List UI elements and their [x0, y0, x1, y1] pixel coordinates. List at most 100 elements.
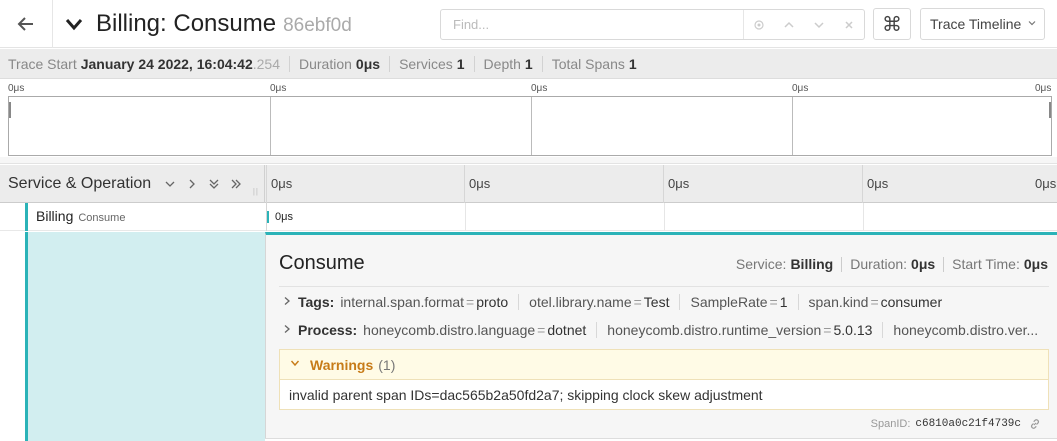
warning-message: invalid parent span IDs=dac565b2a50fd2a7… — [289, 387, 763, 403]
trace-summary-bar: Trace Start January 24 2022, 16:04:42.25… — [0, 49, 1057, 79]
collapse-controls — [159, 178, 247, 190]
process-divider — [596, 322, 598, 338]
find-box — [440, 9, 865, 40]
timeline-tick-label: 0μs — [464, 165, 490, 203]
tags-row[interactable]: Tags: internal.span.format = proto otel.li… — [282, 292, 1042, 312]
minimap-tick-label: 0μs — [792, 83, 809, 94]
process-item: honeycomb.distro.ver... — [893, 322, 1038, 338]
expand-all-icon[interactable] — [225, 178, 247, 190]
collapse-one-icon[interactable] — [159, 178, 181, 190]
minimap-gridline — [270, 97, 271, 155]
minimap-left-handle[interactable] — [9, 102, 11, 118]
minimap-bottom-strip — [0, 157, 1057, 164]
chevron-down-icon — [64, 13, 86, 35]
timeline-gridline — [863, 203, 864, 231]
tag-value: 1 — [779, 294, 788, 310]
process-row[interactable]: Process: honeycomb.distro.language = dotne… — [282, 320, 1054, 340]
collapse-all-icon[interactable] — [203, 178, 225, 190]
process-value: dotnet — [547, 322, 587, 338]
detail-start-label: Start Time: — [952, 256, 1020, 272]
command-icon: ⌘ — [882, 13, 902, 36]
span-operation: Consume — [78, 212, 126, 224]
process-label: Process: — [298, 322, 358, 338]
detail-duration-value: 0μs — [911, 256, 936, 272]
minimap-tick-label: 0μs — [1035, 83, 1052, 94]
duration-value: 0μs — [355, 55, 381, 72]
tag-item: otel.library.name = Test — [529, 294, 670, 310]
process-key: honeycomb.distro.language — [363, 322, 536, 338]
tag-divider — [518, 294, 520, 310]
tag-item: span.kind = consumer — [808, 294, 943, 310]
locate-icon[interactable] — [748, 19, 770, 31]
column-resize-handle[interactable]: || — [253, 187, 259, 196]
timeline-gridline — [664, 203, 665, 231]
span-duration-label: 0μs — [275, 211, 293, 223]
span-name: Billing Consume — [36, 208, 125, 224]
view-select[interactable]: Trace Timeline — [920, 8, 1045, 40]
back-button[interactable] — [8, 6, 44, 42]
span-detail-gutter — [0, 232, 265, 441]
span-id-label: SpanID: — [870, 418, 911, 430]
process-key: honeycomb.distro.ver... — [893, 322, 1039, 338]
tag-key: internal.span.format — [340, 294, 465, 310]
warnings-header[interactable]: Warnings (1) — [280, 350, 1048, 380]
trace-minimap[interactable] — [8, 96, 1052, 156]
close-icon[interactable] — [838, 19, 860, 31]
header-divider — [52, 0, 53, 48]
span-bar[interactable] — [267, 211, 269, 223]
timeline-tick-label: 0μs — [663, 165, 689, 203]
minimap-right-handle[interactable] — [1049, 102, 1051, 118]
timeline-ticks: 0μs 0μs 0μs 0μs 0μs — [266, 165, 1057, 203]
span-row[interactable]: Billing Consume 0μs — [0, 203, 1057, 231]
detail-duration-label: Duration: — [850, 256, 908, 272]
trace-services: Services 1 — [399, 56, 464, 72]
link-icon[interactable] — [1029, 418, 1041, 430]
span-id: SpanID: c6810a0c21f4739c — [871, 418, 1041, 430]
timeline-tick-label: 0μs — [1035, 176, 1057, 191]
total-spans-label: Total Spans — [551, 55, 625, 72]
summary-divider — [389, 55, 391, 72]
tag-item: SampleRate = 1 — [690, 294, 788, 310]
detail-divider — [279, 286, 1049, 287]
tag-key: SampleRate — [690, 294, 768, 310]
total-spans-value: 1 — [628, 55, 637, 72]
chevron-down-icon[interactable] — [808, 19, 830, 31]
find-input[interactable] — [441, 10, 743, 39]
service-operation-header: Service & Operation || — [0, 165, 265, 203]
tag-divider — [797, 294, 799, 310]
trace-start-label: Trace Start — [8, 55, 77, 72]
chevron-right-icon — [282, 296, 298, 309]
process-key: honeycomb.distro.runtime_version — [607, 322, 822, 338]
span-name-cell[interactable]: Billing Consume — [0, 203, 265, 231]
tag-value: proto — [476, 294, 509, 310]
chevron-down-icon — [1027, 18, 1037, 31]
expand-one-icon[interactable] — [181, 178, 203, 190]
detail-start-value: 0μs — [1023, 256, 1048, 272]
detail-service-label: Service: — [735, 256, 787, 272]
process-divider — [882, 322, 884, 338]
trace-title-toggle[interactable]: Billing: Consume 86ebf0d — [64, 6, 352, 42]
process-item: honeycomb.distro.runtime_version = 5.0.13 — [607, 322, 873, 338]
detail-service-value: Billing — [790, 256, 834, 272]
service-operation-label: Service & Operation — [8, 175, 152, 192]
find-controls — [744, 19, 864, 31]
span-overview: Service: Billing Duration: 0μs Start Tim… — [736, 256, 1048, 272]
warnings-count: (1) — [378, 356, 396, 373]
timeline-gridline — [465, 203, 466, 231]
overview-divider — [943, 256, 945, 272]
keyboard-shortcuts-button[interactable]: ⌘ — [873, 8, 911, 40]
chevron-down-icon — [290, 358, 310, 371]
trace-depth: Depth 1 — [484, 56, 533, 72]
trace-start-value: January 24 2022, 16:04:42 — [80, 55, 253, 72]
services-value: 1 — [456, 55, 465, 72]
summary-divider — [541, 55, 543, 72]
services-label: Services — [399, 55, 453, 72]
minimap-gridline — [531, 97, 532, 155]
span-timeline-cell[interactable]: 0μs — [266, 203, 1057, 231]
chevron-up-icon[interactable] — [778, 19, 800, 31]
tag-value: Test — [643, 294, 670, 310]
tag-item: internal.span.format = proto — [340, 294, 509, 310]
minimap-tick-label: 0μs — [531, 83, 548, 94]
span-detail-title: Consume — [279, 252, 365, 274]
depth-label: Depth — [483, 55, 521, 72]
